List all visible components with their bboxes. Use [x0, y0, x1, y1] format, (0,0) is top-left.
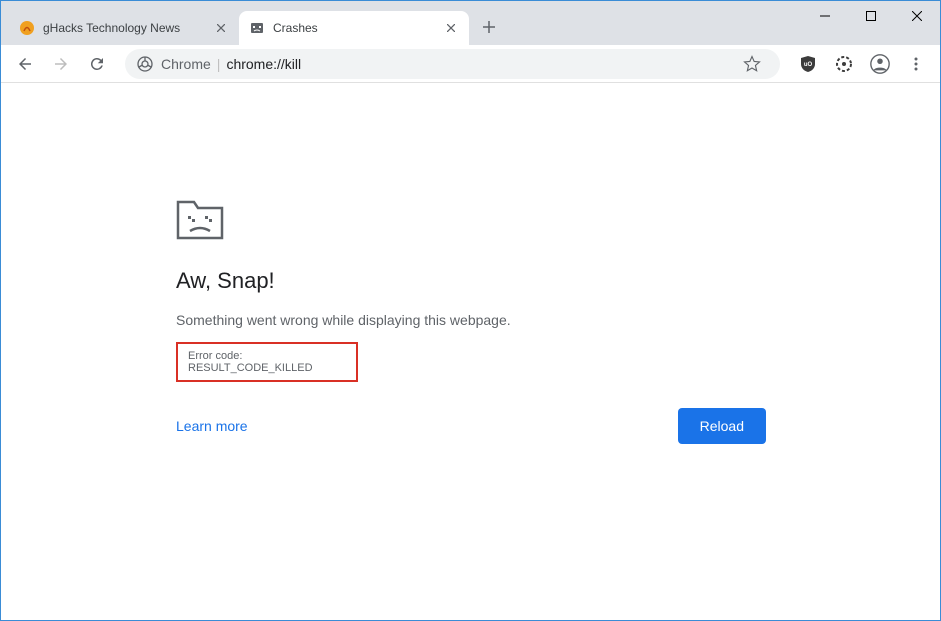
- ghacks-favicon: [19, 20, 35, 36]
- tab-title: Crashes: [273, 21, 437, 35]
- close-icon[interactable]: [443, 20, 459, 36]
- tab-ghacks[interactable]: gHacks Technology News: [9, 11, 239, 45]
- error-actions: Learn more Reload: [176, 408, 766, 444]
- omnibox-divider: |: [217, 56, 221, 72]
- svg-text:uO: uO: [804, 62, 813, 68]
- error-page: Aw, Snap! Something went wrong while dis…: [176, 198, 766, 444]
- titlebar: gHacks Technology News Crashes: [1, 1, 940, 45]
- omnibox[interactable]: Chrome | chrome://kill: [125, 49, 780, 79]
- kebab-menu-button[interactable]: [900, 48, 932, 80]
- close-window-button[interactable]: [894, 1, 940, 31]
- extension-icon[interactable]: [828, 48, 860, 80]
- sad-folder-icon: [176, 198, 224, 240]
- tab-title: gHacks Technology News: [43, 21, 207, 35]
- error-code: Error code: RESULT_CODE_KILLED: [176, 342, 358, 382]
- new-tab-button[interactable]: [475, 13, 503, 41]
- page-content: Aw, Snap! Something went wrong while dis…: [1, 83, 940, 620]
- back-button[interactable]: [9, 48, 41, 80]
- omnibox-url: chrome://kill: [226, 56, 301, 72]
- sad-tab-favicon: [249, 20, 265, 36]
- reload-button[interactable]: Reload: [678, 408, 766, 444]
- toolbar: Chrome | chrome://kill uO: [1, 45, 940, 83]
- tab-crashes[interactable]: Crashes: [239, 11, 469, 45]
- omnibox-actions: [736, 48, 768, 80]
- ublock-extension-icon[interactable]: uO: [792, 48, 824, 80]
- error-title: Aw, Snap!: [176, 268, 766, 294]
- omnibox-scheme-label: Chrome: [161, 56, 211, 72]
- window-controls: [802, 1, 940, 31]
- error-message: Something went wrong while displaying th…: [176, 312, 766, 328]
- reload-nav-button[interactable]: [81, 48, 113, 80]
- minimize-button[interactable]: [802, 1, 848, 31]
- close-icon[interactable]: [213, 20, 229, 36]
- maximize-button[interactable]: [848, 1, 894, 31]
- profile-button[interactable]: [864, 48, 896, 80]
- forward-button[interactable]: [45, 48, 77, 80]
- tab-strip: gHacks Technology News Crashes: [1, 1, 503, 45]
- learn-more-link[interactable]: Learn more: [176, 418, 248, 434]
- chrome-page-icon: [137, 56, 153, 72]
- bookmark-star-icon[interactable]: [736, 48, 768, 80]
